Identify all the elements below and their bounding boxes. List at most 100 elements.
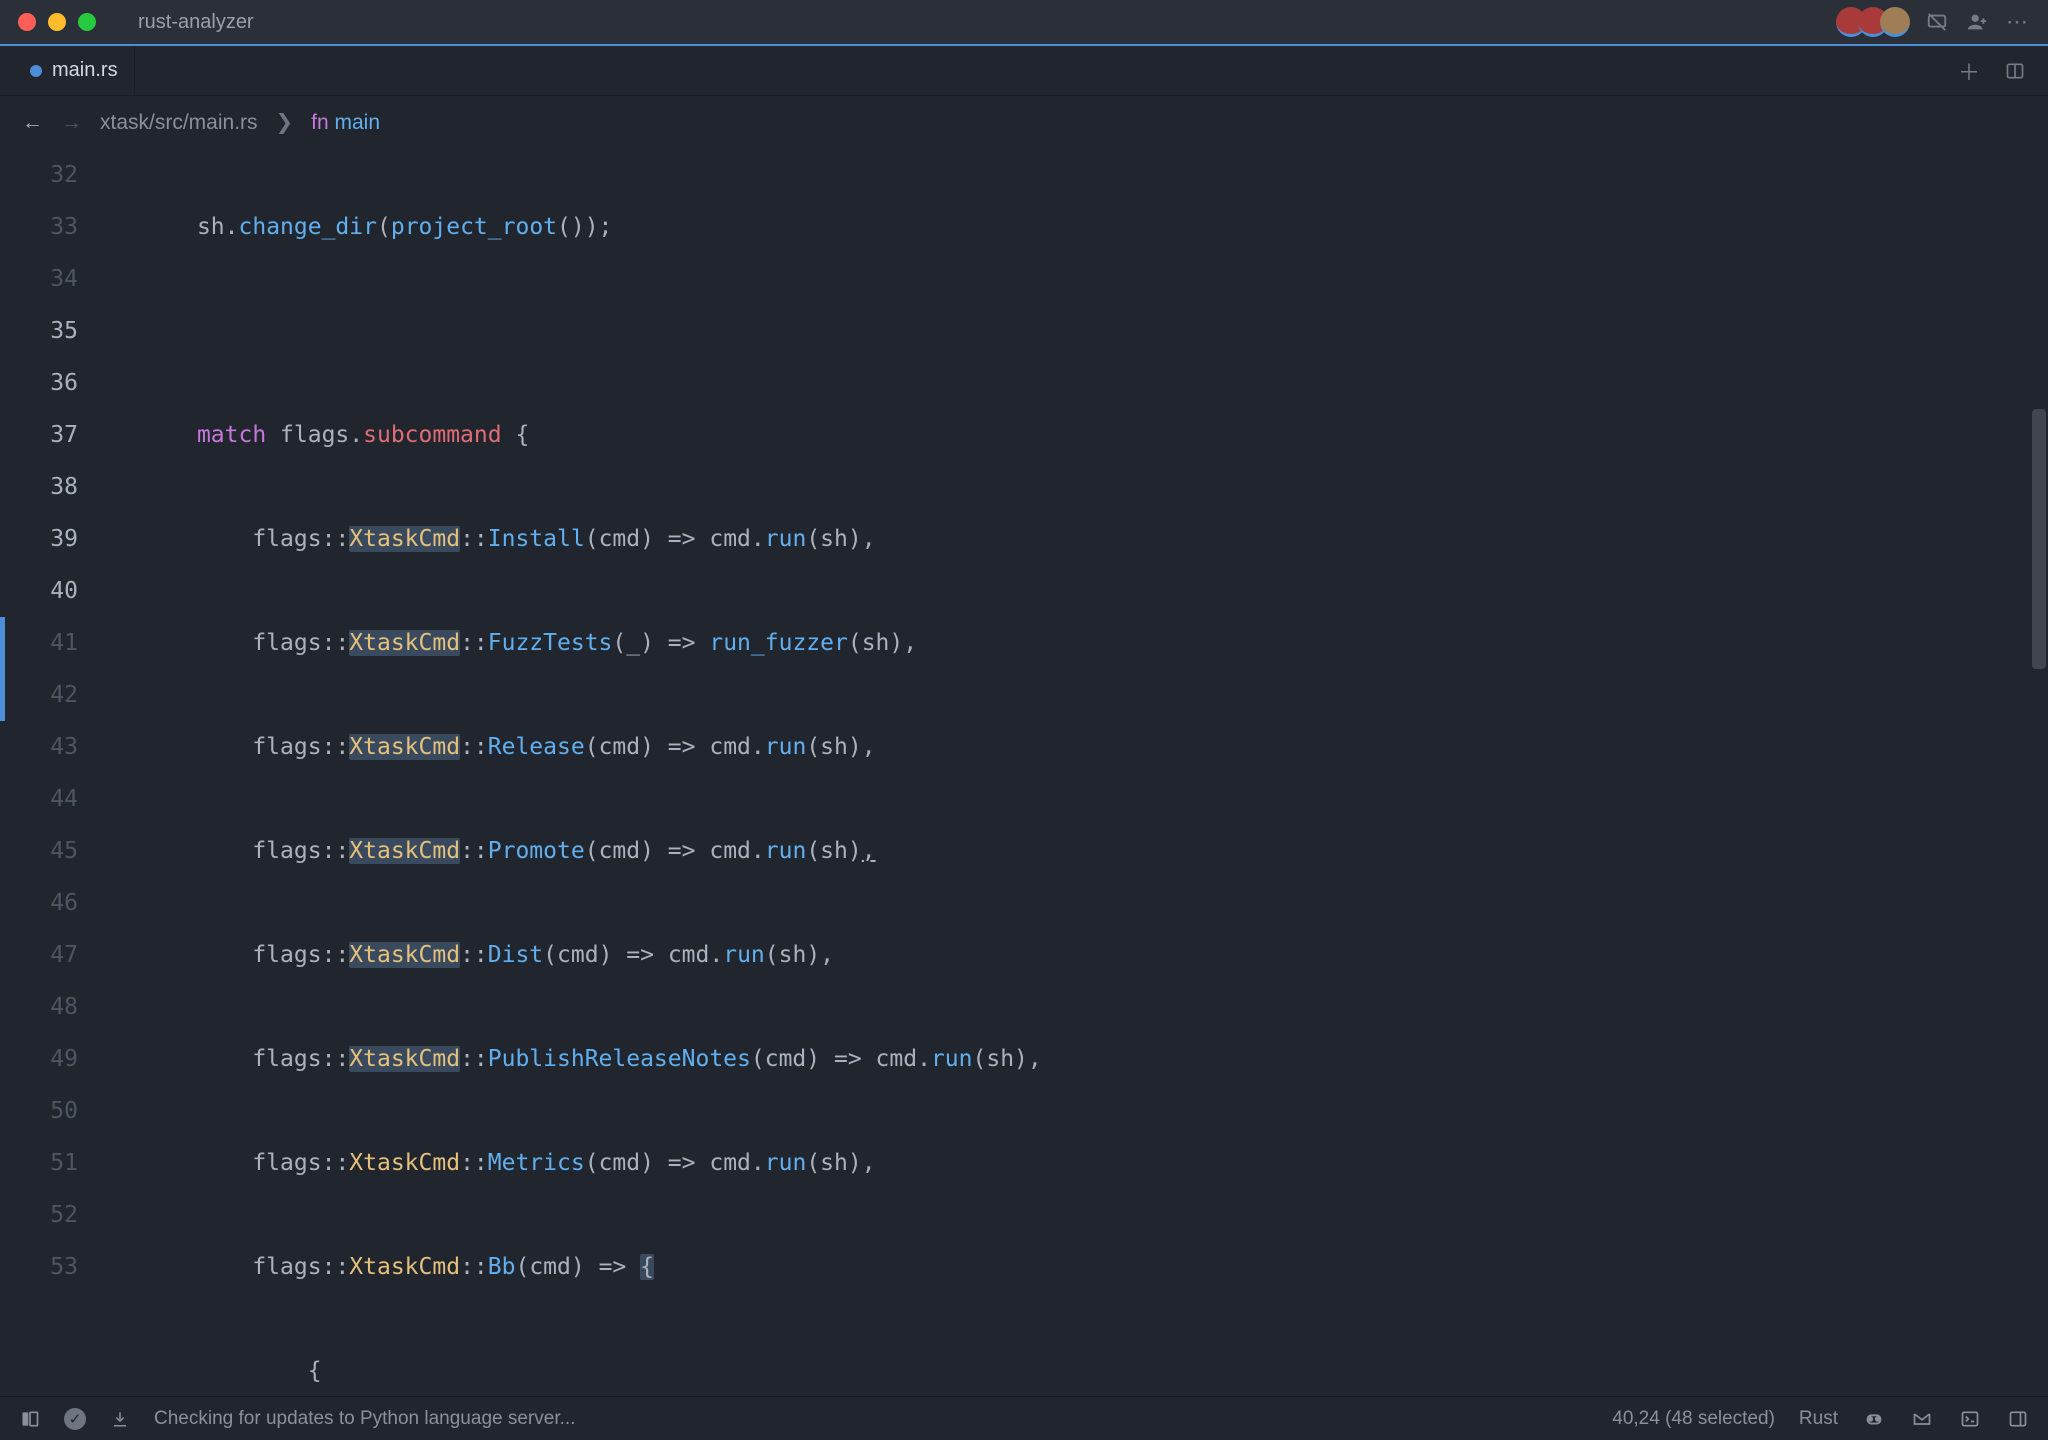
- code-token: run: [765, 838, 807, 864]
- selection: XtaskCmd: [349, 838, 460, 864]
- split-editor-icon[interactable]: [2002, 58, 2028, 84]
- code-token: cmd: [709, 838, 751, 864]
- code-token: flags: [252, 1046, 321, 1072]
- nav-back-icon[interactable]: ←: [22, 111, 43, 135]
- screenshare-disabled-icon[interactable]: [1924, 9, 1950, 35]
- gutter: 323334353637383940⚡414243444546474849505…: [0, 149, 100, 1396]
- code-token: sh: [197, 214, 225, 240]
- line-number: 49: [0, 1033, 78, 1085]
- window-title: rust-analyzer: [138, 11, 254, 34]
- breadcrumb-separator-icon: ❯: [276, 110, 294, 135]
- code-token: sh: [820, 526, 848, 552]
- tab-main-rs[interactable]: main.rs: [14, 46, 135, 95]
- code-token: sh: [820, 734, 848, 760]
- line-number: 48: [0, 981, 78, 1033]
- terminal-icon[interactable]: [1958, 1407, 1982, 1431]
- breadcrumb-path[interactable]: xtask/src/main.rs: [100, 111, 258, 135]
- code-token: sh: [820, 838, 848, 864]
- selection: XtaskCmd: [349, 630, 460, 656]
- code-token: run: [931, 1046, 973, 1072]
- code-token: cmd: [599, 1150, 641, 1176]
- code-token: cmd: [529, 1254, 571, 1280]
- scrollbar-thumb[interactable]: [2032, 409, 2046, 669]
- tabs-row: main.rs ＋: [0, 46, 2048, 96]
- line-number: 43: [0, 721, 78, 773]
- line-number: 53: [0, 1241, 78, 1293]
- nav-forward-icon[interactable]: →: [61, 111, 82, 135]
- traffic-lights: [18, 13, 96, 31]
- add-person-icon[interactable]: [1964, 9, 1990, 35]
- code-token: sh: [862, 630, 890, 656]
- code-token: flags: [252, 838, 321, 864]
- feedback-icon[interactable]: [1910, 1407, 1934, 1431]
- code-token: flags: [252, 734, 321, 760]
- line-number: 39: [0, 513, 78, 565]
- more-icon[interactable]: ⋯: [2004, 9, 2030, 35]
- cursor-position[interactable]: 40,24 (48 selected): [1612, 1408, 1775, 1430]
- code-token: sh: [779, 942, 807, 968]
- code-token: Dist: [488, 942, 543, 968]
- code-token: cmd: [557, 942, 599, 968]
- code-token: Promote: [488, 838, 585, 864]
- code-token: XtaskCmd: [349, 1254, 460, 1280]
- code-token: cmd: [599, 526, 641, 552]
- breadcrumb-symbol[interactable]: fn main: [311, 111, 380, 135]
- code-token: cmd: [765, 1046, 807, 1072]
- code-token: run: [723, 942, 765, 968]
- code-token: flags: [252, 942, 321, 968]
- tab-label: main.rs: [52, 59, 118, 82]
- code-token: cmd: [709, 1150, 751, 1176]
- language-mode[interactable]: Rust: [1799, 1408, 1838, 1430]
- selection: XtaskCmd: [349, 734, 460, 760]
- code-token: cmd: [709, 526, 751, 552]
- panel-right-icon[interactable]: [2006, 1407, 2030, 1431]
- zoom-window-icon[interactable]: [78, 13, 96, 31]
- code-token: cmd: [599, 838, 641, 864]
- collab-avatars[interactable]: [1836, 7, 1910, 37]
- code-token: cmd: [709, 734, 751, 760]
- code-token: run: [765, 526, 807, 552]
- line-number: 45: [0, 825, 78, 877]
- code-token: PublishReleaseNotes: [488, 1046, 751, 1072]
- code-token: run: [765, 1150, 807, 1176]
- line-number: 41: [0, 617, 78, 669]
- code-token: _: [626, 630, 640, 656]
- breadcrumbs: ← → xtask/src/main.rs ❯ fn main: [0, 96, 2048, 149]
- line-number: 51: [0, 1137, 78, 1189]
- line-number: 47: [0, 929, 78, 981]
- code-token: flags: [252, 526, 321, 552]
- code-token: flags: [252, 630, 321, 656]
- new-tab-icon[interactable]: ＋: [1956, 58, 1982, 84]
- code-token: Install: [488, 526, 585, 552]
- code-token: Bb: [488, 1254, 516, 1280]
- code-token: sh: [820, 1150, 848, 1176]
- code-token: Metrics: [488, 1150, 585, 1176]
- line-number: 37: [0, 409, 78, 461]
- line-number: 36: [0, 357, 78, 409]
- code-token: run_fuzzer: [709, 630, 847, 656]
- avatar[interactable]: [1880, 7, 1910, 37]
- code-token: project_root: [391, 214, 557, 240]
- status-message: Checking for updates to Python language …: [154, 1408, 575, 1430]
- line-number: 46: [0, 877, 78, 929]
- code-token: flags: [252, 1150, 321, 1176]
- code-token: XtaskCmd: [349, 1150, 460, 1176]
- code-token: change_dir: [239, 214, 377, 240]
- code-token: sh: [986, 1046, 1014, 1072]
- line-number: 40⚡: [0, 565, 78, 617]
- line-number: 42: [0, 669, 78, 721]
- breadcrumb-name: main: [335, 111, 381, 134]
- code-area[interactable]: sh.change_dir(project_root()); match fla…: [100, 149, 2048, 1396]
- minimize-window-icon[interactable]: [48, 13, 66, 31]
- editor[interactable]: 323334353637383940⚡414243444546474849505…: [0, 149, 2048, 1396]
- diagnostics-ok-icon[interactable]: ✓: [64, 1408, 86, 1430]
- close-window-icon[interactable]: [18, 13, 36, 31]
- panel-toggle-icon[interactable]: [18, 1407, 42, 1431]
- code-token: cmd: [668, 942, 710, 968]
- line-number: 52: [0, 1189, 78, 1241]
- line-number: 50: [0, 1085, 78, 1137]
- download-icon[interactable]: [108, 1407, 132, 1431]
- copilot-icon[interactable]: [1862, 1407, 1886, 1431]
- code-token: FuzzTests: [488, 630, 613, 656]
- code-token: subcommand: [363, 422, 501, 448]
